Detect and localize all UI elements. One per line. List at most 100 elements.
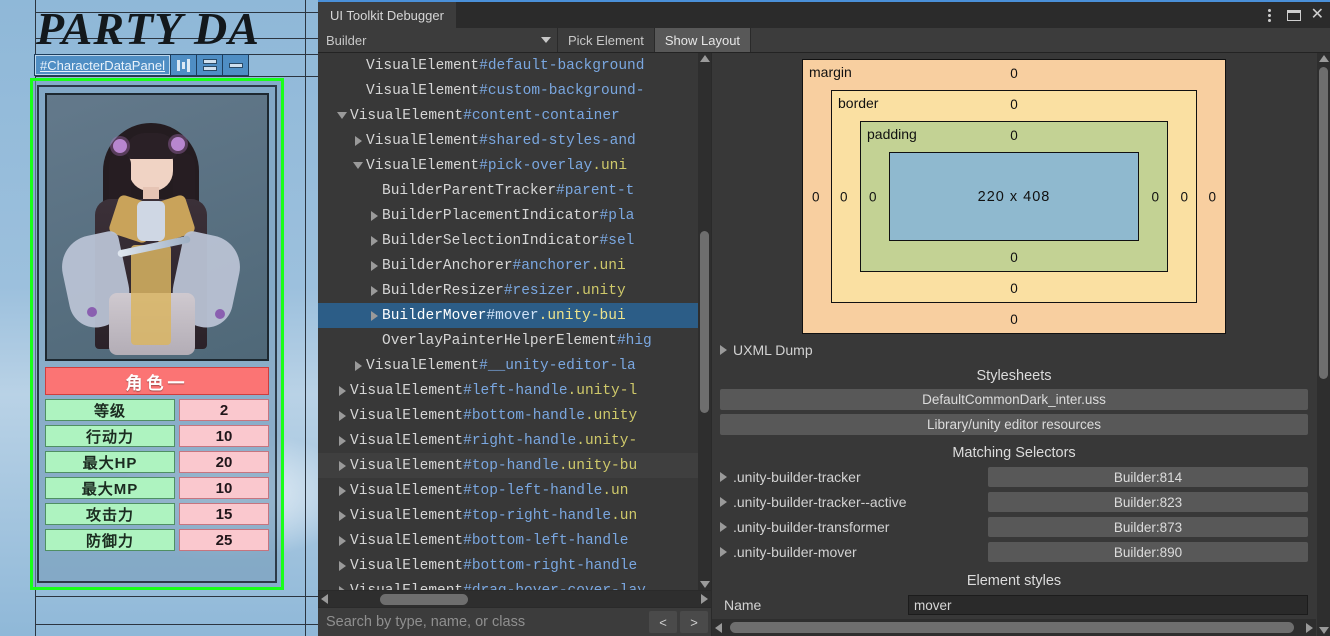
chevron-right-icon[interactable] xyxy=(720,497,727,507)
scroll-up-icon[interactable] xyxy=(700,55,710,62)
maximize-icon[interactable] xyxy=(1287,10,1301,21)
tree-node[interactable]: VisualElement #custom-background- xyxy=(318,78,699,103)
show-layout-button[interactable]: Show Layout xyxy=(655,28,751,52)
tree-node[interactable]: VisualElement #top-right-handle .un xyxy=(318,503,699,528)
matching-selector-row[interactable]: .unity-builder-tracker--active Builder:8… xyxy=(720,491,1308,513)
chevron-right-icon[interactable] xyxy=(334,436,350,446)
tree-vertical-scrollbar[interactable] xyxy=(698,53,711,590)
window-tab[interactable]: UI Toolkit Debugger xyxy=(318,0,456,28)
scrollbar-thumb[interactable] xyxy=(1319,67,1328,379)
chevron-right-icon[interactable] xyxy=(720,472,727,482)
chevron-down-icon[interactable] xyxy=(334,112,350,119)
tree-node[interactable]: OverlayPainterHelperElement #hig xyxy=(318,328,699,353)
tree-node[interactable]: VisualElement #top-left-handle .un xyxy=(318,478,699,503)
tree-node[interactable]: BuilderResizer #resizer .unity xyxy=(318,278,699,303)
chevron-right-icon[interactable] xyxy=(366,286,382,296)
matching-selector-row[interactable]: .unity-builder-tracker Builder:814 xyxy=(720,466,1308,488)
tree-node-type: VisualElement xyxy=(366,158,479,174)
pick-element-button[interactable]: Pick Element xyxy=(558,28,655,52)
tree-node[interactable]: BuilderSelectionIndicator #sel xyxy=(318,228,699,253)
tree-node-type: OverlayPainterHelperElement xyxy=(382,333,617,349)
panel-select-value: Builder xyxy=(326,33,366,48)
search-prev-button[interactable]: < xyxy=(649,611,677,633)
scroll-left-icon[interactable] xyxy=(321,594,328,604)
inspector-horizontal-scrollbar[interactable] xyxy=(712,619,1316,636)
panel-spacer xyxy=(45,551,269,575)
chevron-right-icon[interactable] xyxy=(350,136,366,146)
scrollbar-thumb[interactable] xyxy=(700,231,709,413)
search-next-button[interactable]: > xyxy=(680,611,708,633)
chevron-right-icon[interactable] xyxy=(334,561,350,571)
padding-bottom-value: 0 xyxy=(1010,250,1018,265)
scroll-up-icon[interactable] xyxy=(1319,55,1329,62)
tree-node[interactable]: VisualElement #drag-hover-cover-lay xyxy=(318,578,699,590)
distribute-top-icon[interactable] xyxy=(196,55,222,75)
matching-selector-row[interactable]: .unity-builder-mover Builder:890 xyxy=(720,541,1308,563)
tree-node[interactable]: VisualElement #right-handle .unity- xyxy=(318,428,699,453)
element-tree[interactable]: VisualElement #default-backgroundVisualE… xyxy=(318,53,699,590)
tree-node[interactable]: VisualElement #content-container xyxy=(318,103,699,128)
scroll-right-icon[interactable] xyxy=(1306,623,1313,633)
character-data-panel[interactable]: 角色一 等级 2 行动力 10 最大HP 20 最大MP 10 攻击力 15 xyxy=(30,78,284,590)
tree-node[interactable]: BuilderAnchorer #anchorer .uni xyxy=(318,253,699,278)
selector-source[interactable]: Builder:814 xyxy=(988,467,1308,487)
scroll-down-icon[interactable] xyxy=(700,581,710,588)
align-icon[interactable] xyxy=(170,55,196,75)
tree-node[interactable]: VisualElement #bottom-left-handle xyxy=(318,528,699,553)
layout-guide-line xyxy=(35,624,320,625)
selector-source[interactable]: Builder:873 xyxy=(988,517,1308,537)
search-input[interactable] xyxy=(318,614,649,630)
stylesheet-item[interactable]: Library/unity editor resources xyxy=(720,414,1308,435)
tree-node-type: BuilderSelectionIndicator xyxy=(382,233,600,249)
kebab-menu-icon[interactable] xyxy=(1263,9,1277,22)
selected-element-name[interactable]: #CharacterDataPanel xyxy=(35,55,170,75)
chevron-right-icon[interactable] xyxy=(334,536,350,546)
builder-selection-toolbar[interactable]: #CharacterDataPanel xyxy=(34,54,249,76)
selector-source[interactable]: Builder:823 xyxy=(988,492,1308,512)
chevron-right-icon[interactable] xyxy=(366,261,382,271)
chevron-right-icon[interactable] xyxy=(334,411,350,421)
tree-node[interactable]: VisualElement #default-background xyxy=(318,53,699,78)
chevron-right-icon[interactable] xyxy=(720,522,727,532)
chevron-right-icon[interactable] xyxy=(366,236,382,246)
panel-select-dropdown[interactable]: Builder xyxy=(318,28,558,52)
tree-node[interactable]: BuilderParentTracker #parent-t xyxy=(318,178,699,203)
chevron-right-icon[interactable] xyxy=(720,547,727,557)
scroll-right-icon[interactable] xyxy=(701,594,708,604)
tree-node[interactable]: VisualElement #bottom-right-handle xyxy=(318,553,699,578)
scrollbar-thumb[interactable] xyxy=(380,594,468,605)
tree-horizontal-scrollbar[interactable] xyxy=(318,590,711,607)
chevron-right-icon[interactable] xyxy=(334,511,350,521)
stylesheet-item[interactable]: DefaultCommonDark_inter.uss xyxy=(720,389,1308,410)
distribute-bottom-icon[interactable] xyxy=(222,55,248,75)
chevron-right-icon[interactable] xyxy=(334,386,350,396)
chevron-right-icon[interactable] xyxy=(350,361,366,371)
chevron-right-icon[interactable] xyxy=(366,311,382,321)
tree-node-id: #drag-hover-cover-lay xyxy=(463,583,646,591)
portrait-sash xyxy=(131,245,171,345)
scroll-down-icon[interactable] xyxy=(1319,627,1329,634)
matching-selector-row[interactable]: .unity-builder-transformer Builder:873 xyxy=(720,516,1308,538)
tree-node[interactable]: BuilderPlacementIndicator #pla xyxy=(318,203,699,228)
scroll-left-icon[interactable] xyxy=(715,623,722,633)
tree-node[interactable]: VisualElement #__unity-editor-la xyxy=(318,353,699,378)
tree-node[interactable]: VisualElement #shared-styles-and xyxy=(318,128,699,153)
stat-value: 15 xyxy=(179,503,269,525)
chevron-right-icon[interactable] xyxy=(334,461,350,471)
inspector-vertical-scrollbar[interactable] xyxy=(1317,53,1330,636)
name-input[interactable] xyxy=(908,595,1308,615)
tree-node-type: BuilderMover xyxy=(382,308,486,324)
element-hierarchy-panel: VisualElement #default-backgroundVisualE… xyxy=(318,53,712,636)
tree-node[interactable]: BuilderMover #mover .unity-bui xyxy=(318,303,699,328)
scrollbar-thumb[interactable] xyxy=(730,622,1294,633)
tree-node[interactable]: VisualElement #top-handle .unity-bu xyxy=(318,453,699,478)
close-icon[interactable]: ✕ xyxy=(1311,7,1324,23)
selector-source[interactable]: Builder:890 xyxy=(988,542,1308,562)
chevron-right-icon[interactable] xyxy=(366,211,382,221)
tree-node[interactable]: VisualElement #left-handle .unity-l xyxy=(318,378,699,403)
uxml-dump-foldout[interactable]: UXML Dump xyxy=(720,342,1308,358)
tree-node[interactable]: VisualElement #pick-overlay .uni xyxy=(318,153,699,178)
chevron-right-icon[interactable] xyxy=(334,486,350,496)
chevron-down-icon[interactable] xyxy=(350,162,366,169)
tree-node[interactable]: VisualElement #bottom-handle .unity xyxy=(318,403,699,428)
